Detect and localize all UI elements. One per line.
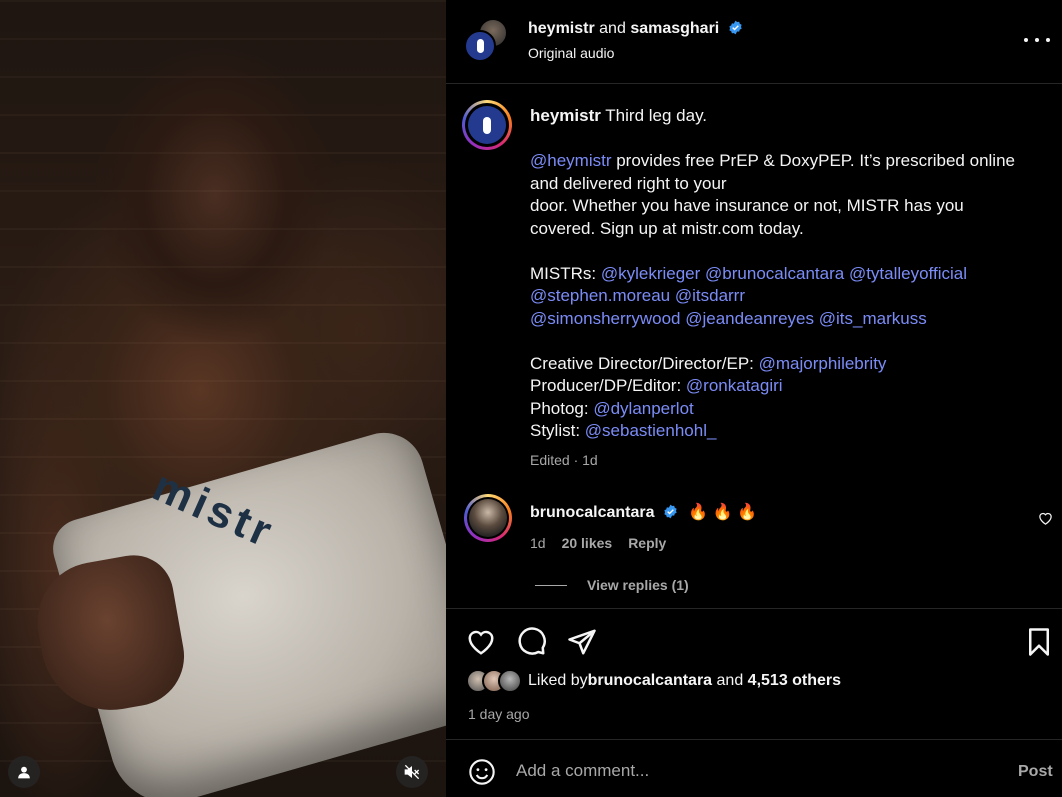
liked-by-middle: and [712, 672, 748, 689]
author-link-heymistr[interactable]: heymistr [528, 20, 595, 37]
more-options-button[interactable] [1024, 30, 1050, 50]
caption-text: door. Whether you have insurance or not,… [530, 196, 964, 215]
mention-link[interactable]: @its_markuss [819, 309, 927, 328]
liker-avatars [466, 669, 522, 693]
mention-link[interactable]: @heymistr [530, 151, 612, 170]
verified-icon [664, 504, 677, 519]
comment-avatar[interactable] [464, 494, 512, 542]
liker-username-link[interactable]: brunocalcantara [588, 672, 712, 690]
post-authors: heymistr and samasghari [528, 20, 743, 38]
mention-link[interactable]: @sebastienhohl_ [585, 421, 717, 440]
post-caption: heymistr Third leg day. @heymistr provid… [530, 105, 1040, 443]
comment-icon[interactable] [517, 627, 547, 657]
comment-time: 1d [530, 535, 546, 551]
comment-username[interactable]: brunocalcantara [530, 504, 654, 521]
mistrs-label: MISTRs: [530, 263, 601, 283]
credit-label: Stylist: [530, 421, 585, 440]
avatar [498, 669, 522, 693]
post-media[interactable]: mistr [0, 0, 446, 797]
mention-link[interactable]: @ronkatagiri [686, 376, 783, 395]
post-time: 1 day ago [468, 706, 530, 722]
mention-link[interactable]: @tytalleyofficial [849, 264, 967, 283]
comment-likes-link[interactable]: 20 likes [562, 535, 613, 551]
more-icon [1024, 38, 1028, 42]
author-conjunction: and [599, 20, 626, 37]
liked-by-prefix: Liked by [528, 672, 588, 689]
edited-timestamp: Edited · 1d [530, 452, 598, 468]
divider [535, 584, 567, 586]
view-replies-label: View replies (1) [587, 577, 689, 593]
bookmark-icon[interactable] [1024, 627, 1054, 657]
collab-avatars[interactable] [464, 18, 510, 64]
caption-text: and delivered right to your [530, 173, 727, 193]
mention-link[interactable]: @itsdarrr [675, 286, 745, 305]
caption-line-1: Third leg day. [605, 106, 708, 125]
credit-label: Creative Director/Director/EP: [530, 353, 759, 373]
user-icon [18, 766, 30, 779]
mention-link[interactable]: @kylekrieger [601, 264, 700, 283]
mention-link[interactable]: @stephen.moreau [530, 286, 670, 305]
likes-count-link[interactable]: 4,513 others [748, 672, 841, 690]
reply-button[interactable]: Reply [628, 535, 666, 551]
view-replies-button[interactable]: View replies (1) [535, 577, 689, 593]
author-link-samasghari[interactable]: samasghari [630, 20, 719, 37]
caption-text: provides free PrEP & DoxyPEP. It’s presc… [611, 151, 1015, 170]
tagged-users-button[interactable] [8, 756, 40, 788]
comment-box: Post [446, 741, 1062, 797]
comment-meta: 1d 20 likes Reply [530, 535, 666, 551]
post-header: heymistr and samasghari Original audio [446, 0, 1062, 84]
caption-username[interactable]: heymistr [530, 106, 601, 125]
avatar-heymistr [464, 30, 496, 62]
post-button[interactable]: Post [1018, 763, 1053, 781]
mention-link[interactable]: @simonsherrywood [530, 309, 680, 328]
heart-icon[interactable] [466, 627, 496, 657]
comment: brunocalcantara 🔥 🔥 🔥 [530, 502, 757, 522]
comment-like-button[interactable] [1038, 511, 1053, 531]
caption-text: covered. Sign up at mistr.com today. [530, 218, 804, 238]
credit-label: Producer/DP/Editor: [530, 376, 686, 395]
caption-avatar[interactable] [462, 100, 512, 150]
mention-link[interactable]: @brunocalcantara [705, 264, 844, 283]
credit-label: Photog: [530, 398, 594, 418]
likes-summary: Liked by brunocalcantara and 4,513 other… [466, 669, 841, 693]
mention-link[interactable]: @dylanperlot [593, 399, 693, 418]
comment-input[interactable] [516, 761, 996, 781]
audio-link[interactable]: Original audio [528, 45, 614, 61]
mention-link[interactable]: @jeandeanreyes [685, 309, 814, 328]
muted-speaker-icon [404, 764, 420, 780]
heart-icon [1039, 512, 1052, 525]
audio-toggle-button[interactable] [396, 756, 428, 788]
share-icon[interactable] [567, 627, 597, 657]
comment-text: 🔥 🔥 🔥 [688, 504, 758, 521]
verified-icon [729, 20, 742, 35]
post-panel: heymistr and samasghari Original audio h… [446, 0, 1062, 797]
emoji-icon[interactable] [468, 758, 496, 786]
mention-link[interactable]: @majorphilebrity [759, 354, 887, 373]
